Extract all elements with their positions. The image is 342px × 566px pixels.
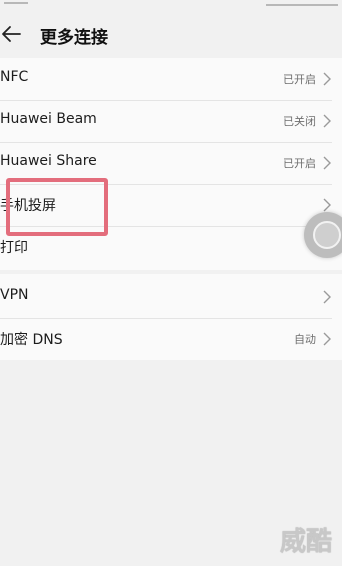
settings-row-vpn[interactable]: VPN	[0, 276, 342, 318]
connection-settings-card: NFC 已开启 Huawei Beam 已关闭 Huawei Share 已开启…	[0, 58, 342, 270]
row-status: 已开启	[283, 157, 316, 170]
row-label: Huawei Beam	[0, 111, 97, 127]
chevron-right-icon	[322, 197, 332, 212]
battery-icon	[266, 0, 338, 6]
chevron-right-icon	[322, 113, 332, 128]
annotation-highlight-box	[6, 178, 108, 236]
floating-navigation-dock[interactable]	[304, 212, 342, 258]
signal-icon	[4, 0, 28, 4]
settings-row-encrypted-dns[interactable]: 加密 DNS 自动	[0, 318, 342, 360]
chevron-right-icon	[322, 71, 332, 86]
row-label: 加密 DNS	[0, 332, 63, 348]
settings-row-huawei-beam[interactable]: Huawei Beam 已关闭	[0, 100, 342, 142]
page-title: 更多连接	[40, 28, 108, 48]
row-status: 自动	[294, 333, 316, 346]
row-label: 打印	[0, 240, 28, 256]
row-status: 已开启	[283, 73, 316, 86]
status-bar	[0, 0, 342, 8]
row-status: 已关闭	[283, 115, 316, 128]
network-settings-card: VPN 加密 DNS 自动	[0, 274, 342, 360]
row-label: Huawei Share	[0, 153, 97, 169]
dock-ring-icon	[313, 221, 341, 249]
chevron-right-icon	[322, 331, 332, 346]
row-label: VPN	[0, 287, 29, 303]
back-arrow-icon[interactable]	[0, 22, 24, 46]
row-label: NFC	[0, 69, 29, 85]
chevron-right-icon	[322, 155, 332, 170]
header: 更多连接	[0, 14, 342, 54]
settings-row-nfc[interactable]: NFC 已开启	[0, 58, 342, 100]
chevron-right-icon	[322, 289, 332, 304]
watermark-logo: 威酷	[279, 527, 332, 557]
